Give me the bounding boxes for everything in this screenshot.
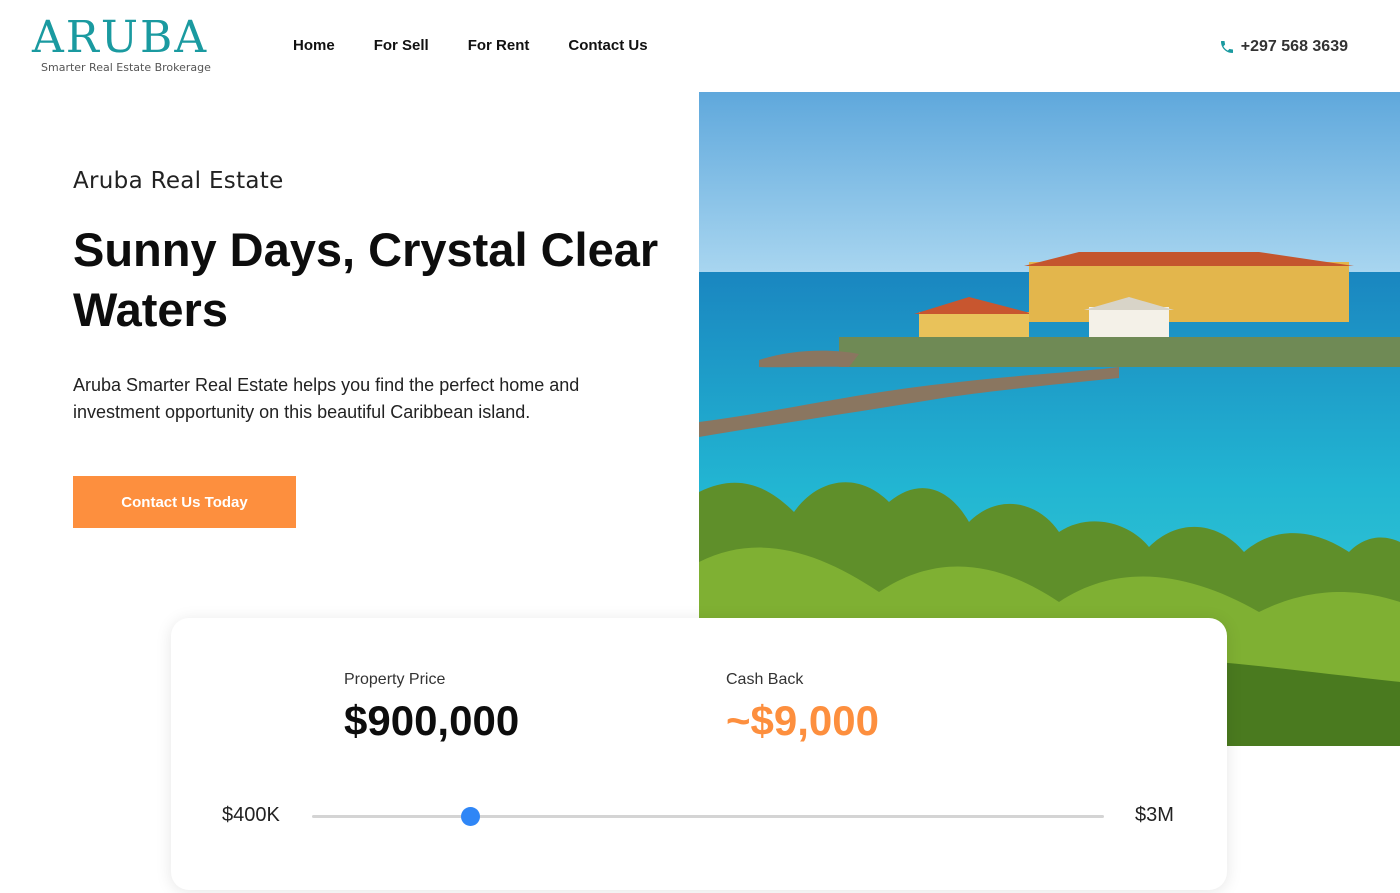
phone-link[interactable]: +297 568 3639 — [1219, 38, 1348, 56]
cash-back-stat: Cash Back ~$9,000 — [726, 670, 879, 747]
logo-wordmark: ARUBA — [32, 12, 209, 63]
cash-back-value: ~$9,000 — [726, 697, 879, 744]
price-slider-thumb[interactable] — [461, 807, 481, 826]
logo-tagline: Smarter Real Estate Brokerage — [41, 61, 211, 74]
nav-for-sell[interactable]: For Sell — [374, 36, 429, 56]
hero-description: Aruba Smarter Real Estate helps you find… — [73, 375, 580, 422]
price-range-min: $400K — [222, 804, 280, 826]
brand-logo[interactable]: ARUBA Smarter Real Estate Brokerage — [32, 14, 222, 76]
contact-us-today-button[interactable]: Contact Us Today — [73, 476, 296, 528]
hero-eyebrow: Aruba Real Estate — [73, 168, 284, 194]
phone-number: +297 568 3639 — [1240, 38, 1348, 55]
main-nav: Home For Sell For Rent Contact Us — [293, 36, 687, 56]
property-price-stat: Property Price $900,000 — [344, 670, 519, 747]
price-range-max: $3M — [1135, 804, 1174, 826]
nav-for-rent[interactable]: For Rent — [468, 36, 530, 56]
nav-home[interactable]: Home — [293, 36, 335, 56]
price-slider-track[interactable] — [312, 807, 1104, 826]
property-price-label: Property Price — [344, 671, 446, 688]
cashback-calculator: Property Price $900,000 Cash Back ~$9,00… — [171, 618, 1227, 890]
nav-contact-us[interactable]: Contact Us — [568, 36, 647, 56]
phone-icon — [1220, 41, 1233, 53]
hero-headline: Sunny Days, Crystal Clear Waters — [73, 223, 659, 336]
cash-back-label: Cash Back — [726, 671, 804, 688]
property-price-value: $900,000 — [344, 697, 520, 744]
